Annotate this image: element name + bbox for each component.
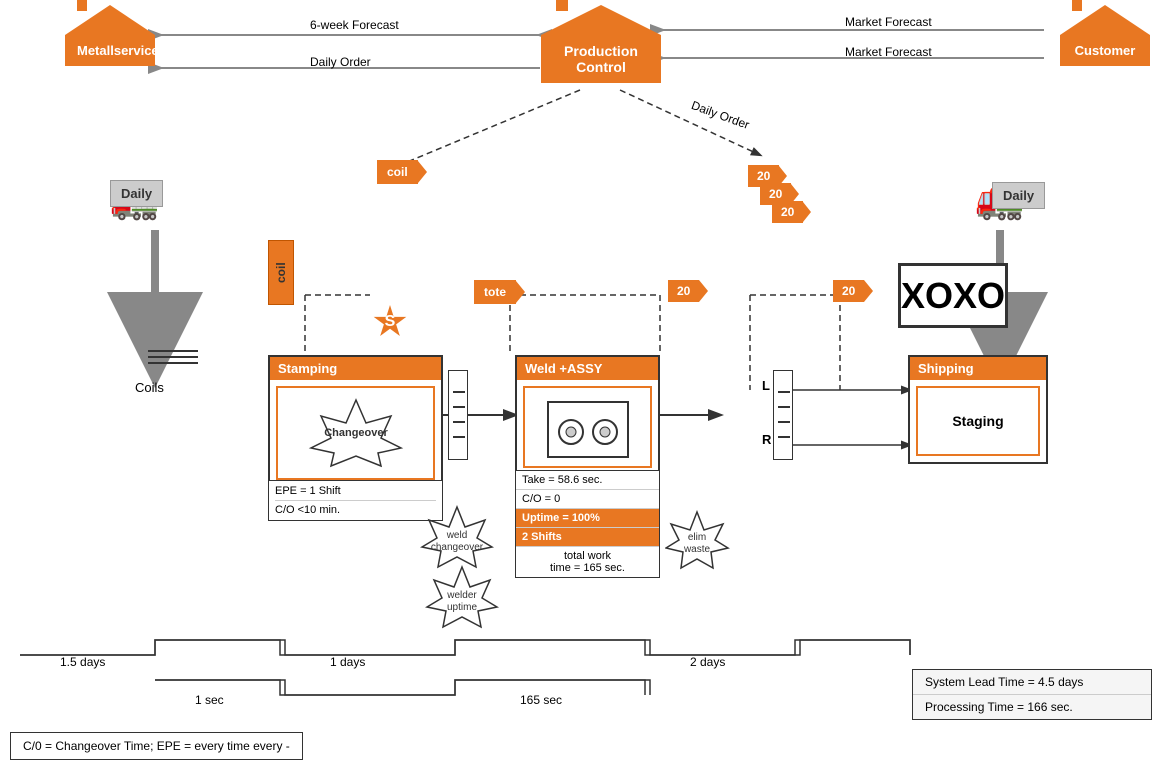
stamping-box: Stamping Changeover xyxy=(268,355,443,488)
timeline-proc1: 1 sec xyxy=(195,693,224,707)
weld-uptime: Uptime = 100% xyxy=(516,509,659,528)
inv-20-left-shipping: 20 xyxy=(833,280,864,302)
summary-box: System Lead Time = 4.5 days Processing T… xyxy=(912,669,1152,720)
daily-order-1-label: Daily Order xyxy=(310,55,371,69)
metallservice-label: Metallservice xyxy=(65,35,155,66)
factory-metallservice: Metallservice xyxy=(65,5,155,66)
elim-waste-burst: elim waste xyxy=(665,510,730,573)
system-lead-time: System Lead Time = 4.5 days xyxy=(913,670,1151,695)
svg-text:welder: welder xyxy=(446,590,477,601)
staging-label: Staging xyxy=(952,413,1003,429)
welder-uptime-burst: welder uptime xyxy=(425,565,500,633)
diagram: Metallservice ProductionControl Customer… xyxy=(0,0,1162,770)
inv-20-right-weld: 20 xyxy=(668,280,699,302)
market-forecast-2-label: Market Forecast xyxy=(845,45,932,59)
timeline-seg1: 1.5 days xyxy=(60,655,105,669)
coils-label: Coils xyxy=(135,380,164,395)
market-forecast-1-label: Market Forecast xyxy=(845,15,932,29)
changeover-burst: Changeover xyxy=(306,398,406,468)
factory-production-control: ProductionControl xyxy=(541,5,661,83)
xoxo-box: XOXO xyxy=(898,263,1008,328)
timeline-proc2: 165 sec xyxy=(520,693,562,707)
svg-text:weld: weld xyxy=(446,530,468,541)
svg-text:uptime: uptime xyxy=(447,602,477,613)
timeline-seg3: 2 days xyxy=(690,655,725,669)
coil-tag-vertical: coil xyxy=(268,240,294,305)
weld-changeover-burst: weld changeover xyxy=(420,505,495,573)
weld-assy-title: Weld +ASSY xyxy=(517,357,658,380)
shipping-inner: Staging xyxy=(916,386,1040,456)
processing-time: Processing Time = 166 sec. xyxy=(913,695,1151,719)
production-control-label: ProductionControl xyxy=(541,35,661,83)
daily-order-2-label: Daily Order xyxy=(689,98,751,132)
footnote: C/0 = Changeover Time; EPE = every time … xyxy=(10,732,303,760)
daily-label-left: Daily xyxy=(110,180,163,207)
svg-text:Changeover: Changeover xyxy=(324,427,388,439)
inv-lines-left xyxy=(448,370,468,460)
weld-totalwork: total worktime = 165 sec. xyxy=(516,547,659,577)
weld-info: Take = 58.6 sec. C/O = 0 Uptime = 100% 2… xyxy=(515,470,660,578)
push-s-icon: S xyxy=(373,305,407,339)
weld-assy-box: Weld +ASSY xyxy=(515,355,660,476)
inv-lines-right xyxy=(773,370,793,460)
r-label: R xyxy=(762,432,771,447)
coils-stack xyxy=(148,350,198,368)
shipping-title: Shipping xyxy=(910,357,1046,380)
weld-assy-inner xyxy=(523,386,652,468)
customer-label: Customer xyxy=(1060,35,1150,66)
weld-co: C/O = 0 xyxy=(516,490,659,509)
stamping-inner: Changeover xyxy=(276,386,435,480)
stamping-epe: EPE = 1 Shift xyxy=(275,485,436,501)
timeline-seg2: 1 days xyxy=(330,655,365,669)
svg-text:waste: waste xyxy=(683,544,711,555)
coil-tag-horizontal: coil xyxy=(377,160,418,184)
daily-label-right: Daily xyxy=(992,182,1045,209)
shipping-box: Shipping Staging xyxy=(908,355,1048,464)
svg-text:changeover: changeover xyxy=(431,542,484,553)
weld-shifts: 2 Shifts xyxy=(516,528,659,547)
factory-customer: Customer xyxy=(1060,5,1150,66)
stamping-co: C/O <10 min. xyxy=(275,504,436,516)
weld-machine-icon xyxy=(543,392,633,462)
stamping-info: EPE = 1 Shift C/O <10 min. xyxy=(268,480,443,521)
forecast-6week-label: 6-week Forecast xyxy=(310,18,399,32)
weld-take: Take = 58.6 sec. xyxy=(516,471,659,490)
tote-tag: tote xyxy=(474,280,516,304)
svg-text:elim: elim xyxy=(688,532,706,543)
stamping-title: Stamping xyxy=(270,357,441,380)
l-label: L xyxy=(762,378,770,393)
